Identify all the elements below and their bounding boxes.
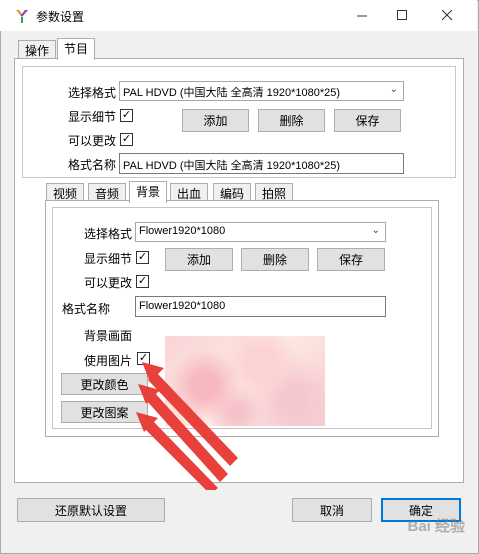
- app-logo-icon: [16, 10, 28, 23]
- checkmark-icon: ✓: [121, 109, 132, 121]
- window-title: 参数设置: [36, 10, 85, 24]
- bg-format-select[interactable]: Flower1920*1080 ⌄: [135, 222, 386, 242]
- restore-defaults-button[interactable]: 还原默认设置: [17, 498, 165, 522]
- tab-operation[interactable]: 操作: [18, 40, 57, 60]
- bg-editable-checkbox[interactable]: ✓: [136, 275, 149, 288]
- program-editable-checkbox[interactable]: ✓: [120, 133, 133, 146]
- close-button[interactable]: [424, 0, 470, 31]
- bg-select-format-label: 选择格式: [84, 227, 133, 241]
- program-delete-button[interactable]: 删除: [258, 109, 325, 132]
- program-save-button[interactable]: 保存: [334, 109, 401, 132]
- watermark: Bai 经验: [407, 518, 465, 535]
- bg-save-button[interactable]: 保存: [317, 248, 385, 271]
- tab-program[interactable]: 节目: [57, 38, 96, 60]
- program-show-details-checkbox[interactable]: ✓: [120, 109, 133, 122]
- chevron-down-icon: ⌄: [389, 84, 398, 95]
- bg-delete-button[interactable]: 删除: [241, 248, 309, 271]
- program-editable-label: 可以更改: [68, 134, 117, 148]
- bg-format-name-field[interactable]: Flower1920*1080: [135, 296, 386, 317]
- annotation-arrows: [136, 362, 238, 490]
- program-format-name-label: 格式名称: [68, 158, 117, 172]
- cancel-button[interactable]: 取消: [292, 498, 372, 522]
- program-select-format-label: 选择格式: [68, 86, 117, 100]
- minimize-icon: [356, 15, 367, 17]
- maximize-icon: [396, 10, 407, 20]
- bg-format-name-label: 格式名称: [62, 302, 111, 316]
- program-format-select[interactable]: PAL HDVD (中国大陆 全高清 1920*1080*25) ⌄: [119, 81, 404, 101]
- bg-show-details-label: 显示细节: [84, 252, 133, 266]
- bg-format-select-value: Flower1920*1080: [139, 225, 226, 237]
- tab-background[interactable]: 背景: [129, 181, 168, 203]
- use-picture-label: 使用图片: [84, 354, 133, 368]
- program-show-details-label: 显示细节: [68, 110, 117, 124]
- checkmark-icon: ✓: [121, 133, 132, 145]
- maximize-button[interactable]: [379, 0, 425, 31]
- checkmark-icon: ✓: [137, 275, 148, 287]
- bg-add-button[interactable]: 添加: [165, 248, 233, 271]
- bg-picture-label: 背景画面: [84, 329, 133, 343]
- program-add-button[interactable]: 添加: [182, 109, 249, 132]
- chevron-down-icon: ⌄: [371, 225, 380, 236]
- bg-editable-label: 可以更改: [84, 276, 133, 290]
- program-format-name-field[interactable]: PAL HDVD (中国大陆 全高清 1920*1080*25): [119, 153, 404, 174]
- program-format-select-value: PAL HDVD (中国大陆 全高清 1920*1080*25): [123, 87, 341, 99]
- bg-show-details-checkbox[interactable]: ✓: [136, 251, 149, 264]
- checkmark-icon: ✓: [137, 251, 148, 263]
- close-icon: [441, 10, 452, 21]
